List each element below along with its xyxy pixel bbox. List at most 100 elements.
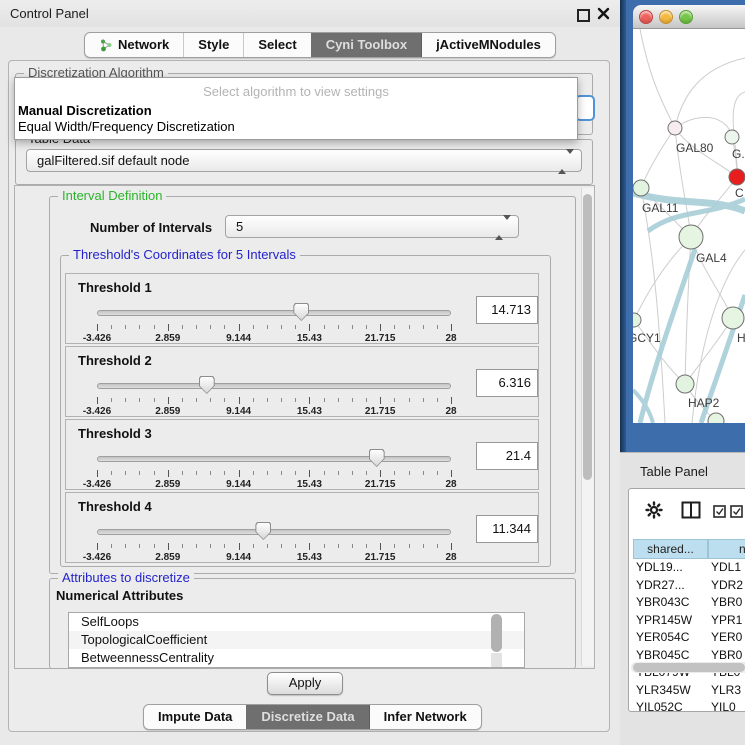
table-hscrollbar[interactable] [631, 662, 745, 673]
threshold-slider[interactable]: -3.4262.8599.14415.4321.71528 [97, 375, 451, 417]
network-node-hap2[interactable] [676, 375, 694, 393]
node-label-hap2: HAP2 [688, 396, 720, 410]
window-frame-edge [620, 0, 626, 452]
column-header-shared-name[interactable]: shared... [633, 539, 708, 559]
gear-icon[interactable] [645, 501, 663, 519]
list-scrollbar-thumb[interactable] [491, 614, 502, 652]
screen: Control Panel NetworkStyle Select Cyni Too… [0, 0, 745, 745]
threshold-slider[interactable]: -3.4262.8599.14415.4321.71528 [97, 448, 451, 490]
network-node-gal11[interactable] [633, 180, 649, 196]
minimize-traffic-icon[interactable] [659, 10, 673, 24]
tab-infer-network[interactable]: Infer Network [369, 705, 481, 729]
interval-definition-group: Interval Definition Number of Intervals … [49, 196, 576, 574]
table-panel-title: Table Panel [640, 464, 708, 479]
slider-thumb[interactable] [369, 449, 385, 467]
thresholds-group-title: Threshold's Coordinates for 5 Intervals [69, 247, 300, 263]
network-node[interactable] [729, 169, 745, 185]
tab-jactivemnodules[interactable]: jActiveMNodules [421, 33, 555, 57]
table-row[interactable]: YDL19...YDL1 [629, 559, 745, 577]
slider-ticks [97, 324, 451, 332]
tab-select[interactable]: Select [243, 33, 310, 57]
cell-shared-name: YIL052C [636, 699, 683, 717]
slider-track[interactable] [97, 310, 451, 316]
checkbox-icon[interactable] [713, 505, 726, 518]
network-canvas[interactable]: GAL80GAL11GAL4GCY1HHAP2G.C [633, 29, 745, 423]
network-icon [99, 38, 113, 52]
panel-title: Control Panel [10, 6, 89, 21]
slider-ticks [97, 397, 451, 405]
attribute-item-betweennesscentrality[interactable]: BetweennessCentrality [69, 649, 524, 667]
slider-track[interactable] [97, 383, 451, 389]
dropdown-option-equal-width[interactable]: Equal Width/Frequency Discretization [18, 119, 235, 134]
checkbox-icon[interactable] [730, 505, 743, 518]
slider-track[interactable] [97, 529, 451, 535]
node-label-gcy1: GCY1 [633, 331, 661, 345]
tab-label: Discretize Data [261, 705, 354, 729]
float-icon[interactable] [577, 9, 590, 22]
table-row[interactable]: YER054C YER0 [629, 629, 745, 647]
network-node-gcy1[interactable] [633, 313, 641, 327]
network-node-gal80[interactable] [668, 121, 682, 135]
slider-thumb[interactable] [255, 522, 271, 540]
scrollbar-thumb[interactable] [583, 194, 592, 480]
table-row[interactable]: YIL052C YIL0 [629, 699, 745, 717]
table-row[interactable]: YPR145WYPR1 [629, 612, 745, 630]
tab-style[interactable]: Style [183, 33, 243, 57]
slider-tick-labels: -3.4262.8599.14415.4321.71528 [97, 333, 451, 345]
close-traffic-icon[interactable] [639, 10, 653, 24]
network-node-h[interactable] [722, 307, 744, 329]
apply-button[interactable]: Apply [267, 672, 343, 695]
cell-shared-name: YLR345W [636, 682, 691, 700]
attributes-list[interactable]: SelfLoopsTopologicalCoefficientBetweenne… [68, 612, 525, 668]
hscrollbar-thumb[interactable] [633, 663, 745, 672]
table-row[interactable]: YDR27...YDR2 [629, 577, 745, 595]
close-icon[interactable] [597, 7, 610, 20]
threshold-value-field[interactable]: 11.344 [476, 515, 538, 543]
slider-track[interactable] [97, 456, 451, 462]
slider-thumb[interactable] [293, 303, 309, 321]
stepper-icon [558, 154, 574, 169]
network-node[interactable] [725, 130, 739, 144]
threshold-slider[interactable]: -3.4262.8599.14415.4321.71528 [97, 302, 451, 344]
column-header-name[interactable]: n [708, 539, 745, 559]
cyni-toolbox-panel: Discretization Algorithm Select algorith… [8, 60, 610, 732]
table-row[interactable]: YLR345WYLR3 [629, 682, 745, 700]
tab-impute-data[interactable]: Impute Data [144, 705, 246, 729]
table-row[interactable]: YBR043CYBR0 [629, 594, 745, 612]
tab-label: Impute Data [158, 705, 232, 729]
bottom-tab-bar: Impute Data Discretize Data Infer Network [143, 704, 482, 730]
threshold-label: Threshold 2 [78, 353, 152, 368]
tab-discretize-data[interactable]: Discretize Data [246, 705, 368, 729]
zoom-traffic-icon[interactable] [679, 10, 693, 24]
dropdown-option-manual-discretization[interactable]: Manual Discretization [18, 103, 152, 118]
algorithm-dropdown-popup: Select algorithm to view settings Manual… [14, 77, 578, 140]
control-panel-titlebar: Control Panel [0, 0, 620, 27]
threshold-value-field[interactable]: 21.4 [476, 442, 538, 470]
column-icon[interactable] [681, 501, 701, 519]
network-window-titlebar[interactable] [633, 5, 745, 29]
algorithm-combobox[interactable] [575, 95, 595, 121]
network-node[interactable] [708, 413, 724, 423]
table-container: shared... n YDL19...YDL1YDR27...YDR2YBR0… [628, 488, 745, 712]
slider-thumb[interactable] [199, 376, 215, 394]
table-data-combobox[interactable]: galFiltered.sif default node [26, 149, 582, 172]
number-of-intervals-value: 5 [236, 219, 243, 234]
cell-name: YDL1 [711, 559, 741, 577]
tab-network[interactable]: Network [85, 33, 183, 57]
table-data-group: Table Data galFiltered.sif default node [15, 139, 593, 185]
attribute-item-topologicalcoefficient[interactable]: TopologicalCoefficient [69, 631, 524, 649]
panel-scrollbar[interactable] [581, 188, 594, 666]
threshold-slider[interactable]: -3.4262.8599.14415.4321.71528 [97, 521, 451, 563]
threshold-value-field[interactable]: 14.713 [476, 296, 538, 324]
node-label-partial: G. [732, 147, 745, 161]
number-of-intervals-combobox[interactable]: 5 [225, 215, 519, 238]
cell-name: YER0 [711, 629, 742, 647]
cell-name: YIL0 [711, 699, 736, 717]
threshold-value-field[interactable]: 6.316 [476, 369, 538, 397]
attribute-item-selfloops[interactable]: SelfLoops [69, 613, 524, 631]
cell-shared-name: YER054C [636, 629, 689, 647]
tab-label: Select [258, 33, 296, 57]
list-scrollbar-track[interactable] [491, 653, 502, 667]
tab-cyni-toolbox[interactable]: Cyni Toolbox [311, 33, 421, 57]
network-node-gal4[interactable] [679, 225, 703, 249]
